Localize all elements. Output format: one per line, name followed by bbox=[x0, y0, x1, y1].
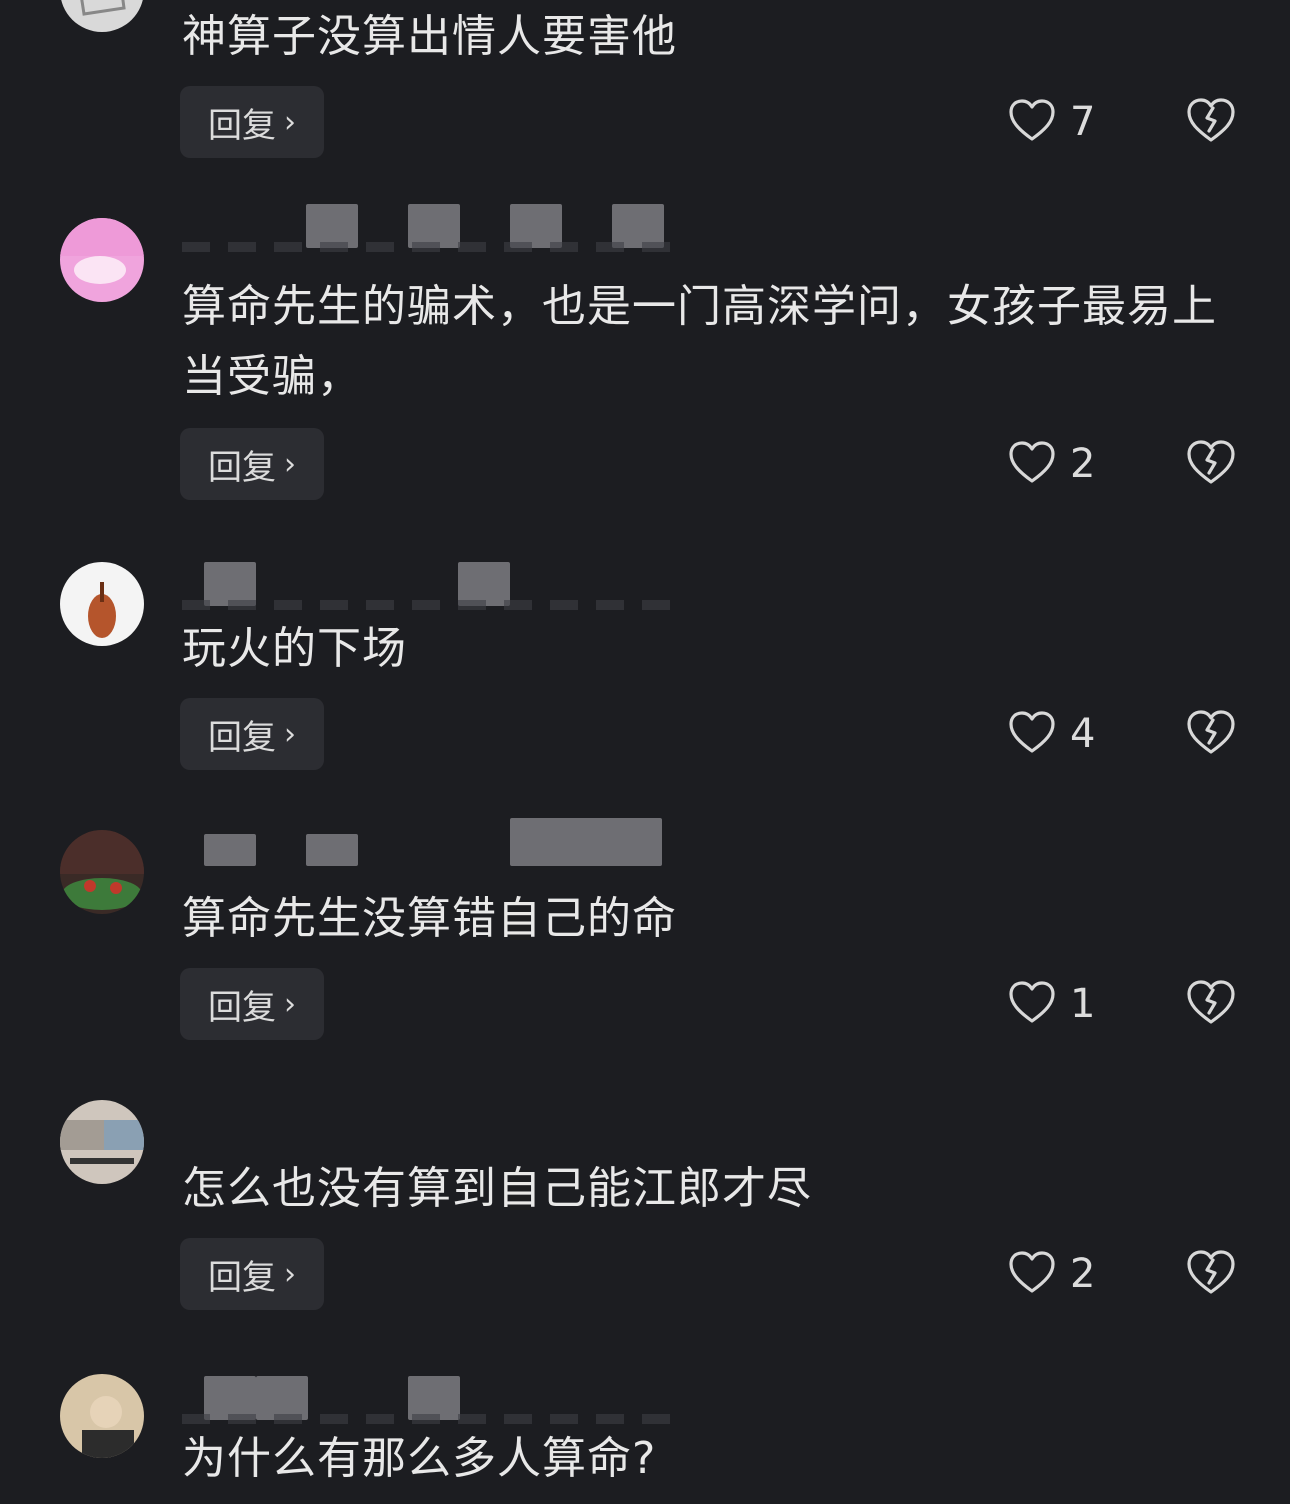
reply-button[interactable]: 回复 › bbox=[180, 428, 324, 500]
avatar[interactable] bbox=[60, 1374, 144, 1458]
reply-button[interactable]: 回复 › bbox=[180, 968, 324, 1040]
like-count: 7 bbox=[1070, 99, 1096, 145]
avatar[interactable] bbox=[60, 0, 144, 32]
avatar[interactable] bbox=[60, 830, 144, 914]
like-button[interactable]: 4 bbox=[1008, 698, 1095, 770]
chevron-right-icon: › bbox=[284, 446, 296, 482]
like-button[interactable]: 2 bbox=[1008, 428, 1095, 500]
broken-heart-icon bbox=[1186, 709, 1236, 759]
reply-label: 回复 bbox=[208, 105, 276, 146]
heart-outline-icon bbox=[1008, 440, 1056, 488]
comment-text: 算命先生没算错自己的命 bbox=[182, 893, 677, 944]
comment-text: 为什么有那么多人算命? bbox=[182, 1433, 657, 1484]
reply-label: 回复 bbox=[208, 447, 276, 488]
like-button[interactable]: 2 bbox=[1008, 1238, 1095, 1310]
avatar[interactable] bbox=[60, 562, 144, 646]
heart-outline-icon bbox=[1008, 980, 1056, 1028]
broken-heart-icon bbox=[1186, 1249, 1236, 1299]
chevron-right-icon: › bbox=[284, 1256, 296, 1292]
reply-label: 回复 bbox=[208, 717, 276, 758]
heart-outline-icon bbox=[1008, 710, 1056, 758]
heart-outline-icon bbox=[1008, 1250, 1056, 1298]
chevron-right-icon: › bbox=[284, 104, 296, 140]
avatar[interactable] bbox=[60, 218, 144, 302]
like-count: 2 bbox=[1070, 441, 1096, 487]
chevron-right-icon: › bbox=[284, 716, 296, 752]
like-button[interactable]: 1 bbox=[1008, 968, 1095, 1040]
comment-meta bbox=[182, 1376, 682, 1424]
broken-heart-icon bbox=[1186, 979, 1236, 1029]
dislike-button[interactable] bbox=[1186, 1238, 1236, 1310]
reply-label: 回复 bbox=[208, 1257, 276, 1298]
comment-meta bbox=[182, 818, 682, 866]
comment-text: 玩火的下场 bbox=[182, 623, 407, 674]
reply-button[interactable]: 回复 › bbox=[180, 698, 324, 770]
dislike-button[interactable] bbox=[1186, 86, 1236, 158]
dislike-button[interactable] bbox=[1186, 968, 1236, 1040]
like-button[interactable]: 7 bbox=[1008, 86, 1095, 158]
broken-heart-icon bbox=[1186, 97, 1236, 147]
comment-text: 怎么也没有算到自己能江郎才尽 bbox=[182, 1163, 812, 1214]
reply-button[interactable]: 回复 › bbox=[180, 1238, 324, 1310]
comment-text: 神算子没算出情人要害他 bbox=[182, 11, 677, 62]
chevron-right-icon: › bbox=[284, 986, 296, 1022]
avatar[interactable] bbox=[60, 1100, 144, 1184]
comment-text: 算命先生的骗术，也是一门高深学问，女孩子最易上当受骗， bbox=[182, 281, 1217, 402]
broken-heart-icon bbox=[1186, 439, 1236, 489]
like-count: 4 bbox=[1070, 711, 1096, 757]
like-count: 2 bbox=[1070, 1251, 1096, 1297]
comment-meta bbox=[182, 204, 682, 252]
comment-meta bbox=[182, 562, 682, 610]
heart-outline-icon bbox=[1008, 98, 1056, 146]
like-count: 1 bbox=[1070, 981, 1096, 1027]
dislike-button[interactable] bbox=[1186, 698, 1236, 770]
reply-button[interactable]: 回复 › bbox=[180, 86, 324, 158]
dislike-button[interactable] bbox=[1186, 428, 1236, 500]
reply-label: 回复 bbox=[208, 987, 276, 1028]
